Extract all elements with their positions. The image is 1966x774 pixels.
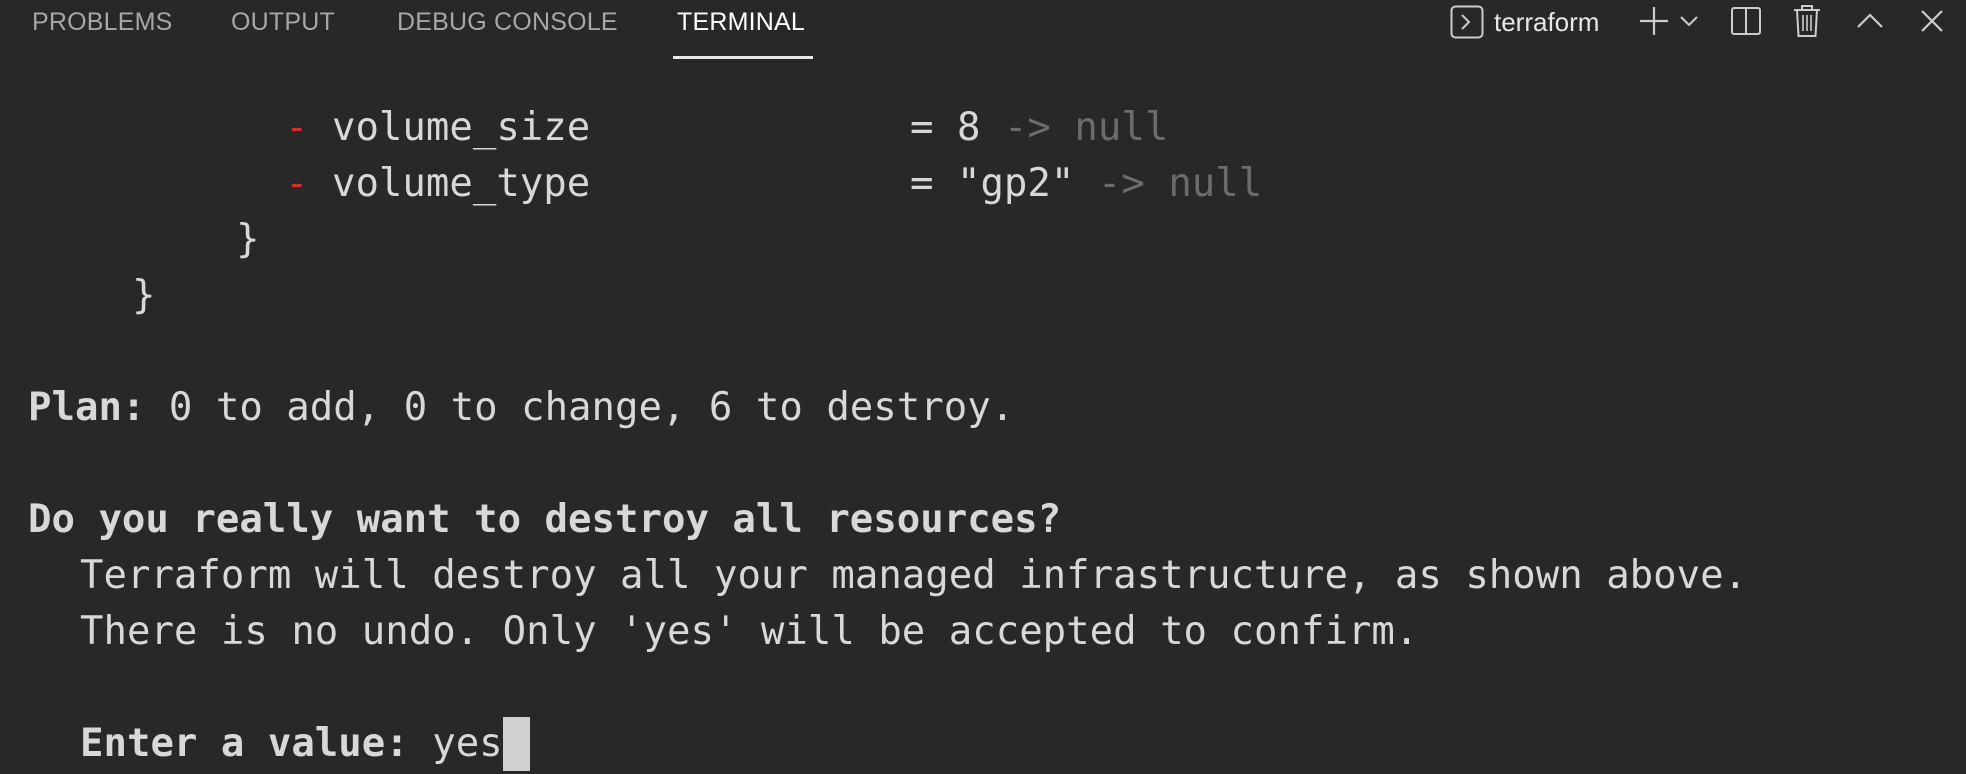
kill-terminal-button[interactable] <box>1789 0 1825 42</box>
tab-problems[interactable]: PROBLEMS <box>32 8 173 37</box>
diff-row-value: = "gp2" -> null <box>910 156 1262 212</box>
diff-row: - volume_size <box>285 100 590 156</box>
old-value: "gp2" <box>956 161 1075 206</box>
new-terminal-button[interactable] <box>1636 0 1672 42</box>
new-value: null <box>1074 105 1169 150</box>
diff-row-value: = 8 -> null <box>910 100 1168 156</box>
launch-profile-button[interactable] <box>1676 0 1702 42</box>
split-terminal-button[interactable] <box>1728 0 1764 42</box>
active-tab-indicator <box>673 56 813 59</box>
tab-debug-console[interactable]: DEBUG CONSOLE <box>397 8 618 37</box>
equals-sign: = <box>910 105 934 150</box>
prompt-label: Enter a value: <box>80 721 409 766</box>
new-value: null <box>1168 161 1263 206</box>
arrow: -> <box>1003 105 1051 150</box>
tab-output[interactable]: OUTPUT <box>231 8 335 37</box>
terminal-cursor <box>502 717 530 771</box>
terminal-shell-icon <box>1450 5 1484 39</box>
equals-sign: = <box>910 161 934 206</box>
trash-icon <box>1792 4 1822 38</box>
old-value: 8 <box>956 105 981 150</box>
terminal-selector[interactable]: terraform <box>1450 2 1599 42</box>
prompt-line[interactable]: Enter a value: yes <box>80 716 530 772</box>
split-terminal-icon <box>1730 5 1762 37</box>
close-panel-button[interactable] <box>1914 0 1950 42</box>
diff-row: - volume_type <box>285 156 590 212</box>
closing-brace-outer: } <box>132 273 156 318</box>
attribute-key: volume_type <box>331 161 591 206</box>
chevron-down-icon <box>1679 14 1699 28</box>
terminal-name: terraform <box>1494 6 1600 37</box>
minus-sign: - <box>285 161 309 206</box>
plan-summary: Plan: 0 to add, 0 to change, 6 to destro… <box>28 380 1014 436</box>
plan-text: 0 to add, 0 to change, 6 to destroy. <box>168 385 1015 430</box>
attribute-key: volume_size <box>331 105 591 150</box>
warning-line-1: Terraform will destroy all your managed … <box>80 553 1748 598</box>
maximize-panel-button[interactable] <box>1852 0 1888 42</box>
plan-label: Plan: <box>28 385 146 430</box>
panel-tab-bar: PROBLEMS OUTPUT DEBUG CONSOLE TERMINAL t… <box>0 0 1966 60</box>
arrow: -> <box>1097 161 1145 206</box>
closing-brace-inner: } <box>236 217 260 262</box>
tab-terminal[interactable]: TERMINAL <box>677 8 805 37</box>
minus-sign: - <box>285 105 309 150</box>
input-value[interactable]: yes <box>432 721 502 766</box>
chevron-up-icon <box>1855 12 1885 30</box>
plus-icon <box>1638 5 1670 37</box>
close-icon <box>1919 8 1945 34</box>
destroy-question: Do you really want to destroy all resour… <box>28 497 1062 542</box>
warning-line-2: There is no undo. Only 'yes' will be acc… <box>80 609 1419 654</box>
